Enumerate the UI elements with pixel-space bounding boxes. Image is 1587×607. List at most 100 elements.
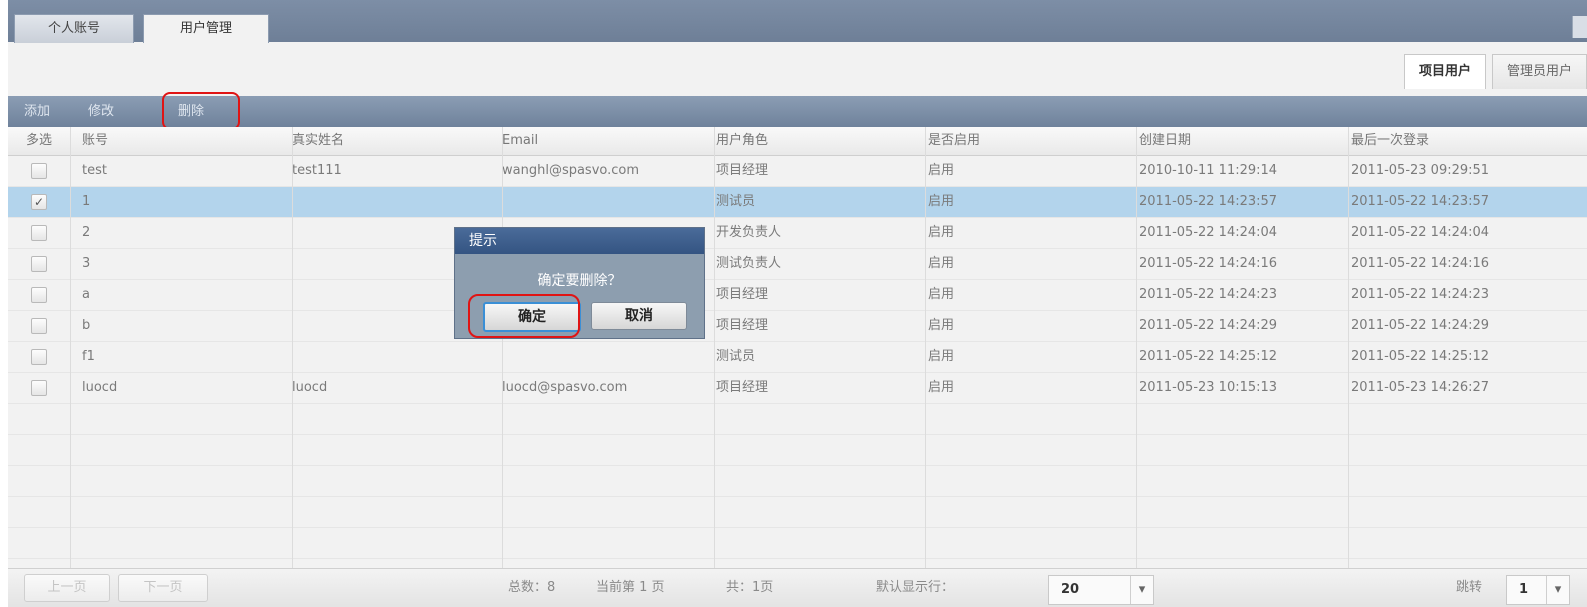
- jump-label: 跳转: [1456, 580, 1483, 595]
- cell-enabled: 启用: [928, 225, 955, 240]
- chevron-down-icon[interactable]: ▾: [1130, 576, 1153, 604]
- row-checkbox[interactable]: [8, 373, 70, 408]
- cell-enabled: 启用: [928, 194, 955, 209]
- checkbox-icon[interactable]: [31, 287, 47, 303]
- cell-last-login: 2011-05-22 14:23:57: [1351, 194, 1490, 209]
- cell-role: 项目经理: [716, 318, 769, 333]
- row-checkbox[interactable]: [8, 311, 70, 346]
- next-page-button[interactable]: 下一页: [118, 574, 208, 602]
- table-row[interactable]: 2 开发负责人 启用 2011-05-22 14:24:04 2011-05-22 14…: [8, 218, 1587, 249]
- pagination-bar: 上一页 下一页 总数：8 当前第 1 页 共：1页 默认显示行： 20 ▾ 跳转…: [8, 568, 1587, 607]
- empty-row: [8, 404, 1587, 435]
- table-header: 多选 账号 真实姓名 Email 用户角色 是否启用 创建日期 最后一次登录: [8, 127, 1587, 156]
- cell-created-date: 2011-05-22 14:24:04: [1139, 225, 1278, 240]
- cell-last-login: 2011-05-23 09:29:51: [1351, 163, 1490, 178]
- edit-button[interactable]: 修改: [88, 96, 114, 127]
- current-page: 当前第 1 页: [596, 580, 665, 595]
- empty-row: [8, 528, 1587, 559]
- header-real-name[interactable]: 真实姓名: [292, 127, 492, 155]
- window-menu-button[interactable]: [1572, 16, 1587, 38]
- cell-account: 2: [82, 225, 91, 240]
- header-last-login[interactable]: 最后一次登录: [1351, 127, 1587, 155]
- cell-real-name: test111: [292, 163, 342, 178]
- row-checkbox[interactable]: [8, 218, 70, 253]
- tab-user-management[interactable]: 用户管理: [143, 14, 269, 43]
- chevron-down-icon[interactable]: ▾: [1546, 576, 1569, 604]
- table-row[interactable]: b 项目经理 启用 2011-05-22 14:24:29 2011-05-22 14:…: [8, 311, 1587, 342]
- checkbox-icon[interactable]: [31, 256, 47, 272]
- tab-admin-users[interactable]: 管理员用户: [1491, 54, 1587, 89]
- empty-row: [8, 466, 1587, 497]
- row-checkbox[interactable]: [8, 280, 70, 315]
- user-type-tabs: 项目用户 管理员用户: [1398, 54, 1587, 89]
- tab-project-users[interactable]: 项目用户: [1403, 54, 1486, 89]
- cell-email: luocd@spasvo.com: [502, 380, 628, 395]
- rows-per-page-value: 20: [1061, 582, 1080, 597]
- cell-created-date: 2011-05-22 14:24:23: [1139, 287, 1278, 302]
- cell-created-date: 2011-05-23 10:15:13: [1139, 380, 1278, 395]
- cell-account: 3: [82, 256, 91, 271]
- jump-page-select[interactable]: 1 ▾: [1506, 575, 1570, 605]
- checkbox-icon[interactable]: [31, 318, 47, 334]
- confirm-cancel-button[interactable]: 取消: [591, 302, 687, 330]
- user-table: 多选 账号 真实姓名 Email 用户角色 是否启用 创建日期 最后一次登录 t…: [8, 127, 1587, 590]
- cell-enabled: 启用: [928, 349, 955, 364]
- table-row[interactable]: a 项目经理 启用 2011-05-22 14:24:23 2011-05-22 14:…: [8, 280, 1587, 311]
- cell-account: 1: [82, 194, 91, 209]
- cell-last-login: 2011-05-23 14:26:27: [1351, 380, 1490, 395]
- row-checkbox[interactable]: ✓: [8, 187, 70, 218]
- checkbox-checked-icon[interactable]: ✓: [31, 194, 47, 210]
- cell-created-date: 2011-05-22 14:25:12: [1139, 349, 1278, 364]
- row-checkbox[interactable]: [8, 342, 70, 377]
- dialog-title: 提示: [455, 228, 704, 254]
- tab-personal-account[interactable]: 个人账号: [14, 14, 134, 43]
- table-row[interactable]: f1 测试员 启用 2011-05-22 14:25:12 2011-05-22 14:…: [8, 342, 1587, 373]
- header-email[interactable]: Email: [502, 127, 712, 155]
- cell-enabled: 启用: [928, 287, 955, 302]
- header-account[interactable]: 账号: [82, 127, 282, 155]
- row-checkbox[interactable]: [8, 249, 70, 284]
- rows-per-page-select[interactable]: 20 ▾: [1048, 575, 1154, 605]
- app-frame: 个人账号 用户管理 项目用户 管理员用户 添加 修改 删除 多选 账号 真实姓名…: [8, 0, 1587, 607]
- cell-last-login: 2011-05-22 14:24:04: [1351, 225, 1490, 240]
- cell-role: 开发负责人: [716, 225, 782, 240]
- empty-row: [8, 497, 1587, 528]
- cell-account: a: [82, 287, 90, 302]
- cell-account: b: [82, 318, 91, 333]
- cell-last-login: 2011-05-22 14:25:12: [1351, 349, 1490, 364]
- checkbox-icon[interactable]: [31, 380, 47, 396]
- add-button[interactable]: 添加: [24, 96, 50, 127]
- dialog-message: 确定要删除？: [537, 273, 622, 289]
- total-count: 总数：8: [508, 580, 556, 595]
- prev-page-button[interactable]: 上一页: [24, 574, 110, 602]
- table-row[interactable]: test test111 wanghl@spasvo.com 项目经理 启用 2010-1…: [8, 156, 1587, 187]
- header-role[interactable]: 用户角色: [716, 127, 916, 155]
- cell-created-date: 2011-05-22 14:23:57: [1139, 194, 1278, 209]
- cell-created-date: 2010-10-11 11:29:14: [1139, 163, 1278, 178]
- cell-created-date: 2011-05-22 14:24:29: [1139, 318, 1278, 333]
- cell-enabled: 启用: [928, 380, 955, 395]
- cell-real-name: luocd: [292, 380, 328, 395]
- row-checkbox[interactable]: [8, 156, 70, 191]
- cell-created-date: 2011-05-22 14:24:16: [1139, 256, 1278, 271]
- cell-last-login: 2011-05-22 14:24:23: [1351, 287, 1490, 302]
- header-created-date[interactable]: 创建日期: [1139, 127, 1349, 155]
- cell-role: 测试员: [716, 349, 756, 364]
- header-enabled[interactable]: 是否启用: [928, 127, 1128, 155]
- ok-highlight-ring: [468, 294, 580, 338]
- page-count: 共：1页: [726, 580, 774, 595]
- checkbox-icon[interactable]: [31, 349, 47, 365]
- cell-email: wanghl@spasvo.com: [502, 163, 640, 178]
- cell-account: luocd: [82, 380, 118, 395]
- cell-account: test: [82, 163, 107, 178]
- table-body: test test111 wanghl@spasvo.com 项目经理 启用 2010-1…: [8, 156, 1587, 590]
- table-row[interactable]: luocd luocd luocd@spasvo.com 项目经理 启用 2011-05-…: [8, 373, 1587, 404]
- default-rows-label: 默认显示行：: [876, 580, 955, 595]
- top-tab-strip: 个人账号 用户管理: [8, 0, 1587, 43]
- cell-role: 测试员: [716, 194, 756, 209]
- cell-enabled: 启用: [928, 256, 955, 271]
- table-row[interactable]: 3 测试负责人 启用 2011-05-22 14:24:16 2011-05-22 14…: [8, 249, 1587, 280]
- checkbox-icon[interactable]: [31, 163, 47, 179]
- table-row[interactable]: ✓ 1 测试员 启用 2011-05-22 14:23:57 2011-05-22 14:…: [8, 187, 1587, 218]
- checkbox-icon[interactable]: [31, 225, 47, 241]
